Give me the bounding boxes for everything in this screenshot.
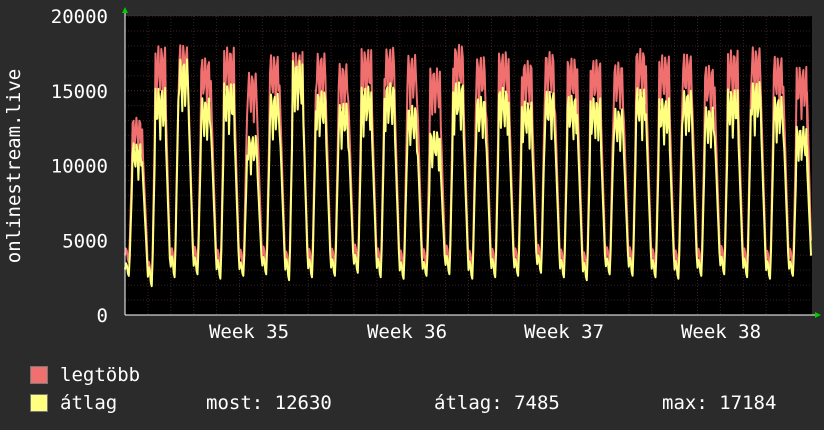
legend-swatch-max bbox=[30, 366, 48, 384]
y-tick-label: 0 bbox=[97, 305, 108, 327]
stat-current: most: 12630 bbox=[206, 392, 332, 414]
y-tick-label: 20000 bbox=[51, 6, 108, 28]
stat-average: átlag: 7485 bbox=[434, 392, 560, 414]
y-tick-label: 10000 bbox=[51, 156, 108, 178]
x-tick-label: Week 36 bbox=[367, 321, 447, 343]
y-tick-label: 5000 bbox=[62, 230, 108, 252]
legend-label-avg: átlag bbox=[60, 392, 118, 414]
y-tick-labels: 0 5000 10000 15000 20000 bbox=[51, 6, 108, 327]
x-axis-arrow-icon bbox=[815, 312, 821, 318]
x-tick-label: Week 38 bbox=[681, 321, 761, 343]
y-axis-arrow-icon bbox=[122, 7, 128, 13]
x-tick-label: Week 37 bbox=[524, 321, 604, 343]
chart: 05000100001500020000 Week 35 Week 36 Week … bbox=[3, 6, 821, 343]
legend-swatch-avg bbox=[30, 394, 48, 412]
y-tick-label: 15000 bbox=[51, 81, 108, 103]
legend-row-avg: átlag most: 12630 átlag: 7485 max: 17184 bbox=[30, 390, 820, 416]
x-tick-labels: Week 35 Week 36 Week 37 Week 38 bbox=[209, 321, 761, 343]
legend-label-max: legtöbb bbox=[60, 364, 141, 386]
stat-maximum: max: 17184 bbox=[662, 392, 777, 414]
x-tick-label: Week 35 bbox=[209, 321, 289, 343]
y-axis-label: onlinestream.live bbox=[3, 69, 25, 263]
legend-row-max: legtöbb bbox=[30, 362, 140, 388]
